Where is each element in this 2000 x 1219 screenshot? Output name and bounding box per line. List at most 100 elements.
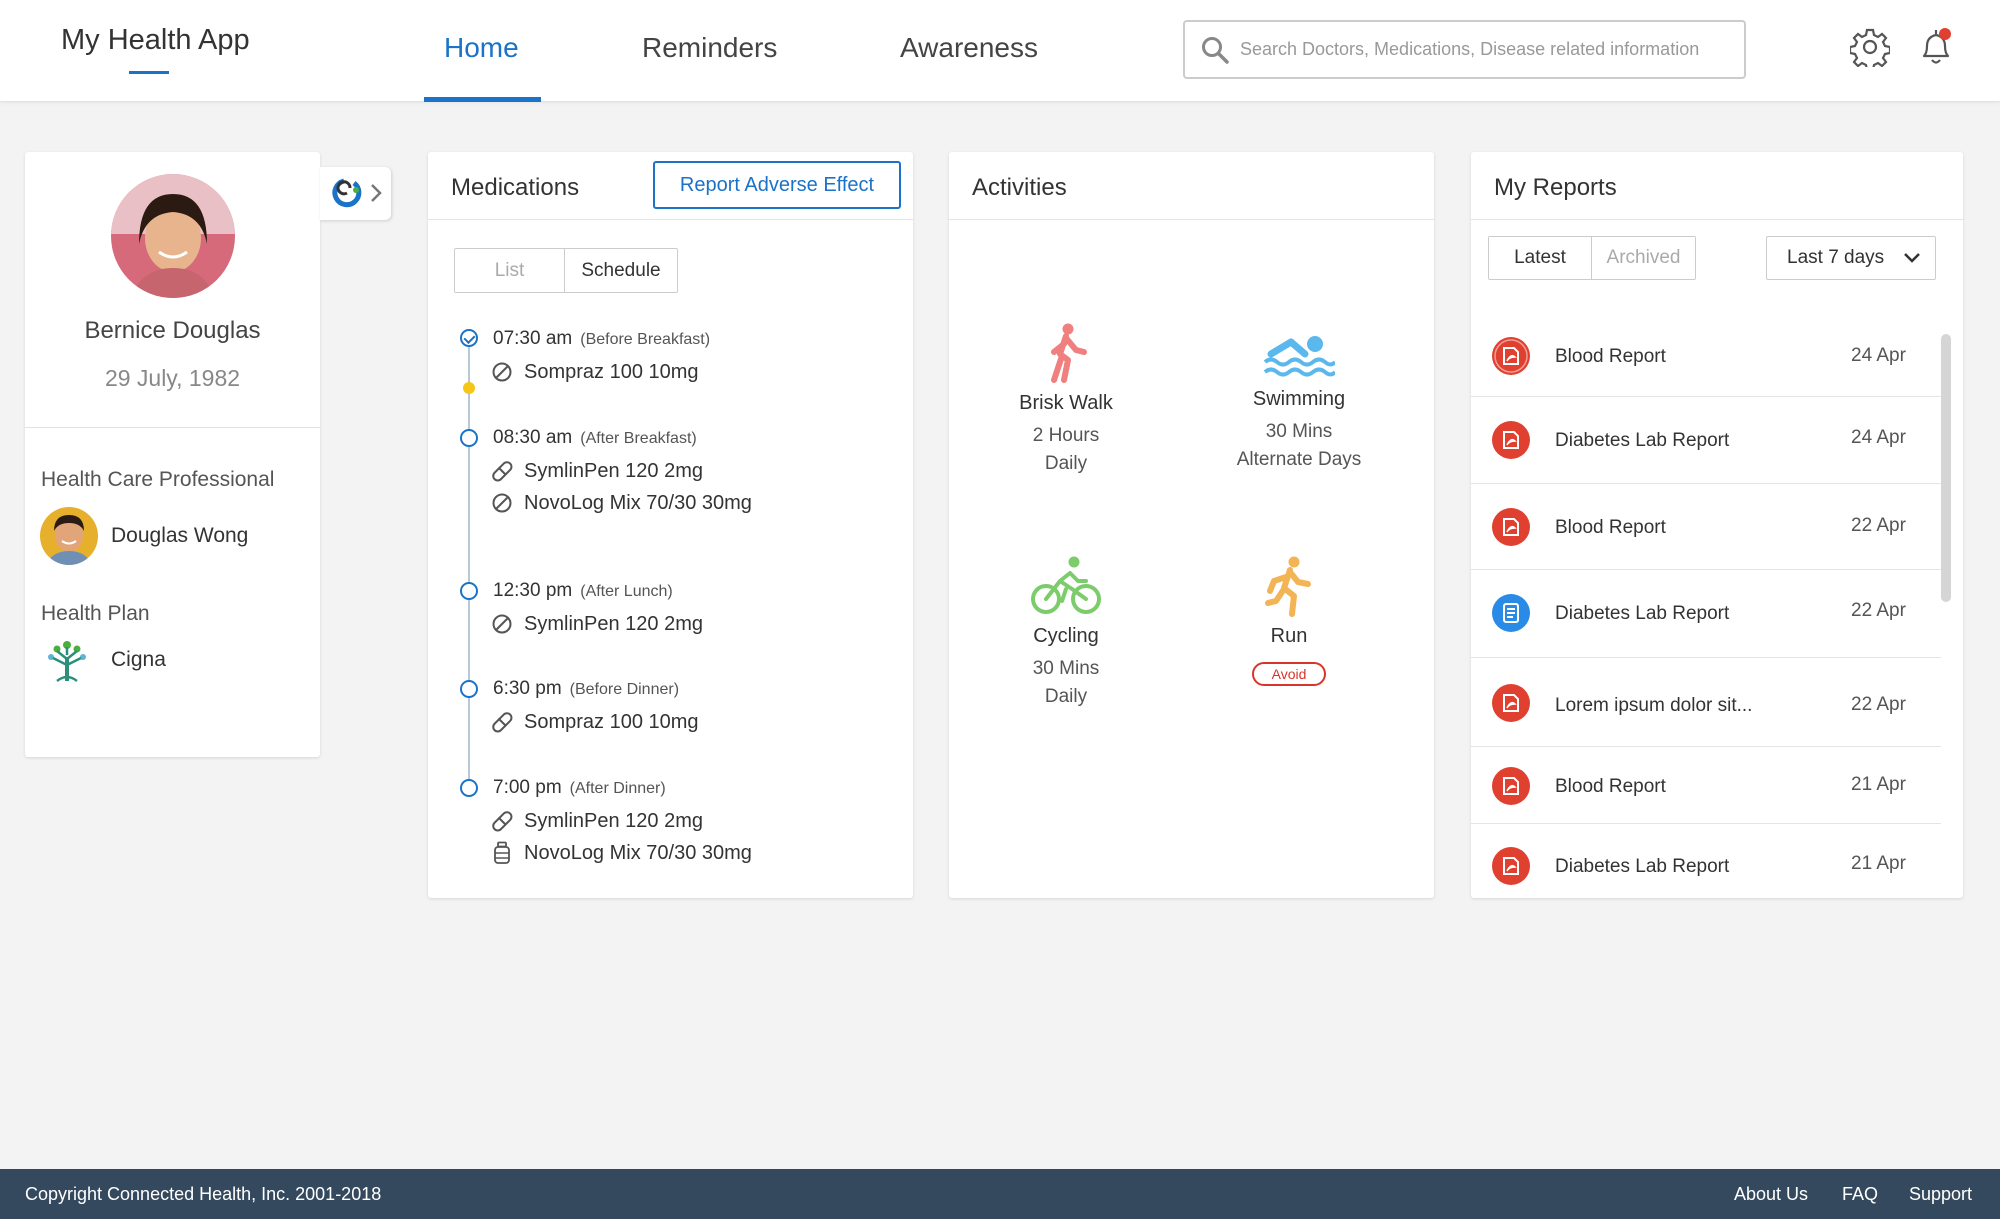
plan-name: Cigna: [111, 648, 166, 671]
view-list-tab[interactable]: List: [455, 249, 565, 292]
activity-duration: 30 Mins: [1265, 421, 1333, 442]
reports-scrollbar[interactable]: [1941, 334, 1951, 602]
tab-awareness[interactable]: Awareness: [900, 32, 1038, 102]
activity-brisk-walk[interactable]: Brisk Walk 2 Hours Daily: [956, 322, 1176, 477]
footer-about-link[interactable]: About Us: [1734, 1184, 1808, 1205]
reports-tabs: Latest Archived: [1488, 236, 1696, 280]
report-date: 24 Apr: [1851, 345, 1906, 366]
tab-archived[interactable]: Archived: [1592, 237, 1695, 279]
report-row[interactable]: Blood Report 24 Apr: [1471, 316, 1941, 397]
date-range-value: Last 7 days: [1787, 247, 1885, 268]
med-item[interactable]: SymlinPen 120 2mg: [490, 610, 703, 638]
report-date: 24 Apr: [1851, 427, 1906, 448]
pdf-icon: [1492, 847, 1530, 885]
activity-run[interactable]: Run Avoid: [1179, 555, 1399, 686]
current-time-marker: [463, 382, 475, 394]
app-brand[interactable]: My Health App: [61, 24, 250, 57]
med-item[interactable]: Sompraz 100 10mg: [490, 708, 699, 736]
med-item[interactable]: Sompraz 100 10mg: [490, 358, 699, 386]
hcp-avatar[interactable]: [40, 507, 98, 565]
med-name: SymlinPen 120 2mg: [524, 612, 703, 635]
search-box[interactable]: [1183, 20, 1746, 79]
activity-frequency: Alternate Days: [1236, 449, 1362, 470]
slot-meal: (After Lunch): [580, 583, 673, 600]
profile-dob: 29 July, 1982: [104, 365, 241, 391]
med-name: NovoLog Mix 70/30 30mg: [524, 841, 752, 864]
bell-icon[interactable]: [1916, 24, 1956, 68]
report-row[interactable]: Blood Report 22 Apr: [1471, 484, 1941, 570]
activities-title: Activities: [972, 174, 1067, 201]
bottle-icon: [494, 841, 510, 864]
report-row[interactable]: Blood Report 21 Apr: [1471, 747, 1941, 824]
hcp-label: Health Care Professional: [41, 468, 275, 491]
activity-cycling[interactable]: Cycling 30 Mins Daily: [956, 555, 1176, 710]
report-name: Blood Report: [1555, 346, 1666, 367]
timeline-dot[interactable]: [460, 582, 478, 600]
cycle-icon: [1031, 556, 1101, 614]
capsule-icon: [492, 712, 513, 733]
activity-frequency: Daily: [1044, 453, 1088, 474]
page-footer: Copyright Connected Health, Inc. 2001-20…: [0, 1169, 2000, 1219]
timeline-dot[interactable]: [460, 429, 478, 447]
activity-swimming[interactable]: Swimming 30 Mins Alternate Days: [1189, 332, 1409, 473]
tab-latest[interactable]: Latest: [1489, 237, 1592, 279]
search-icon: [1202, 37, 1229, 64]
activities-divider: [949, 219, 1434, 220]
med-item[interactable]: SymlinPen 120 2mg: [490, 807, 703, 835]
activity-name: Brisk Walk: [1019, 392, 1113, 414]
timeline-dot[interactable]: [460, 680, 478, 698]
med-item[interactable]: NovoLog Mix 70/30 30mg: [490, 489, 752, 517]
date-range-select[interactable]: Last 7 days: [1766, 236, 1936, 280]
timeline-line: [468, 340, 470, 785]
app-logo-icon: [332, 178, 362, 208]
chevron-down-icon: [1904, 253, 1920, 263]
medications-card: Medications Report Adverse Effect List S…: [428, 152, 913, 898]
timeline-dot-done[interactable]: [460, 329, 478, 347]
activity-name: Swimming: [1252, 388, 1346, 410]
capsule-icon: [492, 811, 513, 832]
activity-duration: 30 Mins: [1032, 658, 1100, 679]
report-row[interactable]: Diabetes Lab Report 24 Apr: [1471, 397, 1941, 484]
report-name: Lorem ipsum dolor sit...: [1555, 695, 1753, 716]
slot-meal: (After Dinner): [569, 780, 666, 797]
slot-meal: (Before Breakfast): [580, 331, 711, 348]
med-item[interactable]: SymlinPen 120 2mg: [490, 457, 703, 485]
tab-reminders[interactable]: Reminders: [642, 32, 777, 102]
cigna-logo-icon: [48, 641, 86, 683]
app-header: My Health App Home Reminders Awareness: [0, 0, 2000, 102]
pdf-icon: [1492, 508, 1530, 546]
tab-home[interactable]: Home: [424, 32, 541, 102]
search-input[interactable]: [1240, 22, 1740, 77]
report-row[interactable]: Lorem ipsum dolor sit... 22 Apr: [1471, 658, 1941, 747]
med-name: SymlinPen 120 2mg: [524, 459, 703, 482]
report-date: 22 Apr: [1851, 694, 1906, 715]
profile-card: Bernice Douglas 29 July, 1982 Health Car…: [25, 152, 320, 757]
report-date: 21 Apr: [1851, 853, 1906, 874]
slot-time: 6:30 pm (Before Dinner): [493, 678, 680, 699]
panel-toggle[interactable]: [320, 167, 391, 220]
report-name: Blood Report: [1555, 776, 1666, 797]
view-schedule-tab[interactable]: Schedule: [565, 249, 677, 292]
timeline-dot[interactable]: [460, 779, 478, 797]
hcp-name[interactable]: Douglas Wong: [111, 524, 248, 548]
med-item[interactable]: NovoLog Mix 70/30 30mg: [490, 839, 752, 867]
report-row[interactable]: Diabetes Lab Report 21 Apr: [1471, 824, 1941, 898]
reports-divider: [1471, 219, 1963, 220]
gear-icon[interactable]: [1850, 27, 1890, 67]
med-name: Sompraz 100 10mg: [524, 360, 699, 383]
pdf-icon: [1492, 767, 1530, 805]
medications-title: Medications: [451, 174, 580, 201]
run-icon: [1265, 556, 1311, 617]
plan-label: Health Plan: [41, 602, 150, 625]
report-row[interactable]: Diabetes Lab Report 22 Apr: [1471, 570, 1941, 658]
report-date: 21 Apr: [1851, 774, 1906, 795]
report-date: 22 Apr: [1851, 600, 1906, 621]
footer-faq-link[interactable]: FAQ: [1842, 1184, 1878, 1205]
report-adverse-effect-button[interactable]: Report Adverse Effect: [653, 161, 901, 209]
activities-card: Activities Brisk Walk 2 Hours Daily Swim…: [949, 152, 1434, 898]
swim-icon: [1263, 336, 1335, 377]
pdf-icon: [1492, 421, 1530, 459]
footer-support-link[interactable]: Support: [1909, 1184, 1972, 1205]
report-name: Diabetes Lab Report: [1555, 856, 1730, 877]
avatar[interactable]: [111, 174, 235, 298]
